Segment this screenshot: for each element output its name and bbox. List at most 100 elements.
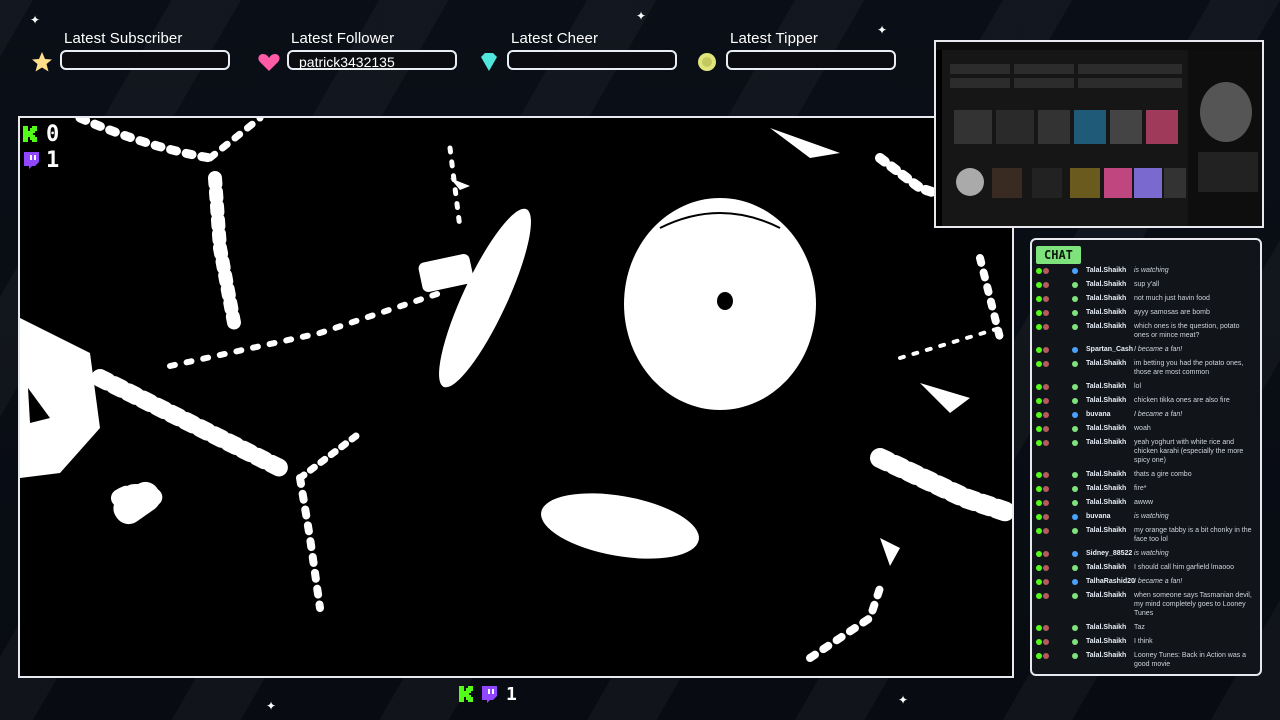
chat-message: Talal.Shaikh Looney Tunes: Back in Action…	[1034, 651, 1258, 672]
chat-username[interactable]: TalhaRashid20	[1086, 577, 1135, 586]
avatar	[1043, 347, 1049, 353]
kick-badge-icon	[1036, 579, 1042, 585]
chat-username[interactable]: Talal.Shaikh	[1086, 651, 1126, 660]
user-badge-icon	[1072, 324, 1078, 330]
user-badge-icon	[1072, 426, 1078, 432]
kick-badge-icon	[1036, 528, 1042, 534]
chat-message: Talal.Shaikh not much just havin food	[1034, 294, 1258, 308]
latest-follower: Latest Follower patrick3432135	[257, 28, 457, 74]
chat-message: Talal.Shaikh im betting you had the potat…	[1034, 359, 1258, 382]
chat-message: Talal.Shaikh fire*	[1034, 484, 1258, 498]
heart-icon	[258, 54, 280, 71]
chat-message-text: not much just havin food	[1134, 295, 1210, 302]
chat-message: Talal.Shaikh is watching	[1034, 266, 1258, 280]
avatar	[1043, 639, 1049, 645]
chat-username[interactable]: Talal.Shaikh	[1086, 526, 1126, 535]
chat-username[interactable]: Talal.Shaikh	[1086, 591, 1126, 600]
chat-username[interactable]: Talal.Shaikh	[1086, 322, 1126, 331]
chat-message-text: my orange tabby is a bit chonky in the f…	[1134, 527, 1252, 543]
chat-message-text: is watching	[1134, 267, 1169, 274]
chat-message-text: ayyy samosas are bomb	[1134, 309, 1210, 316]
latest-tipper: Latest Tipper	[696, 28, 896, 74]
kick-badge-icon	[1036, 565, 1042, 571]
chat-username[interactable]: Talal.Shaikh	[1086, 359, 1126, 368]
game-scene	[20, 118, 1012, 676]
avatar	[1043, 528, 1049, 534]
kick-badge-icon	[1036, 412, 1042, 418]
kick-badge-icon	[1036, 324, 1042, 330]
chat-username[interactable]: Talal.Shaikh	[1086, 438, 1126, 447]
avatar	[1043, 593, 1049, 599]
chat-message: Talal.Shaikh chicken tikka ones are also …	[1034, 396, 1258, 410]
user-badge-icon	[1072, 296, 1078, 302]
chat-username[interactable]: Talal.Shaikh	[1086, 498, 1126, 507]
coin-icon	[698, 53, 716, 71]
chat-message-text: I became a fan!	[1134, 346, 1183, 353]
chat-username[interactable]: Talal.Shaikh	[1086, 424, 1126, 433]
user-badge-icon	[1072, 472, 1078, 478]
kick-badge-icon	[1036, 268, 1042, 274]
user-badge-icon	[1072, 412, 1078, 418]
chat-username[interactable]: Talal.Shaikh	[1086, 382, 1126, 391]
user-badge-icon	[1072, 310, 1078, 316]
sparkle-icon: ✦	[30, 13, 41, 27]
chat-message-text: awww	[1134, 499, 1154, 506]
avatar	[1043, 310, 1049, 316]
avatar	[1043, 472, 1049, 478]
user-badge-icon	[1072, 625, 1078, 631]
user-badge-icon	[1072, 551, 1078, 557]
user-badge-icon	[1072, 639, 1078, 645]
chat-message-text: I think	[1134, 638, 1153, 645]
chat-message: Talal.Shaikh I should call him garfield l…	[1034, 563, 1258, 577]
chat-message-text: I became a fan!	[1134, 411, 1183, 418]
kick-badge-icon	[1036, 398, 1042, 404]
avatar	[1043, 282, 1049, 288]
screen-capture-preview	[934, 40, 1264, 228]
kick-icon	[23, 126, 37, 142]
chat-message-text: yeah yoghurt with white rice and chicken…	[1134, 439, 1244, 464]
chat-username[interactable]: Talal.Shaikh	[1086, 280, 1126, 289]
avatar	[1043, 440, 1049, 446]
chat-message-text: fire*	[1134, 485, 1147, 492]
chat-message-list[interactable]: Talal.Shaikh is watching Talal.Shaikh sup y…	[1034, 266, 1258, 672]
avatar	[1043, 653, 1049, 659]
kick-badge-icon	[1036, 384, 1042, 390]
chat-message-text: is watching	[1134, 550, 1169, 557]
avatar	[1043, 296, 1049, 302]
avatar	[1043, 268, 1049, 274]
user-badge-icon	[1072, 593, 1078, 599]
chat-username[interactable]: Talal.Shaikh	[1086, 396, 1126, 405]
sparkle-icon: ✦	[898, 693, 909, 707]
chat-username[interactable]: buvana	[1086, 512, 1111, 521]
chat-message: Talal.Shaikh woah	[1034, 424, 1258, 438]
chat-message-text: when someone says Tasmanian devil, my mi…	[1134, 592, 1252, 617]
chat-message: TalhaRashid20 I became a fan!	[1034, 577, 1258, 591]
chat-username[interactable]: Talal.Shaikh	[1086, 266, 1126, 275]
chat-username[interactable]: buvana	[1086, 410, 1111, 419]
kick-badge-icon	[1036, 296, 1042, 302]
avatar	[1043, 384, 1049, 390]
chat-username[interactable]: Talal.Shaikh	[1086, 308, 1126, 317]
chat-message: Talal.Shaikh which ones is the question, …	[1034, 322, 1258, 345]
chat-username[interactable]: Talal.Shaikh	[1086, 563, 1126, 572]
avatar	[1043, 500, 1049, 506]
avatar	[1043, 514, 1049, 520]
user-badge-icon	[1072, 384, 1078, 390]
chat-message-text: which ones is the question, potato ones …	[1134, 323, 1240, 339]
chat-username[interactable]: Spartan_Cash	[1086, 345, 1133, 354]
chat-username[interactable]: Talal.Shaikh	[1086, 294, 1126, 303]
user-badge-icon	[1072, 514, 1078, 520]
star-icon	[32, 52, 52, 72]
latest-events-bar: Latest Subscriber Latest Follower patric…	[30, 28, 910, 74]
user-badge-icon	[1072, 528, 1078, 534]
chat-message: Talal.Shaikh lol	[1034, 382, 1258, 396]
user-badge-icon	[1072, 500, 1078, 506]
chat-message-text: im betting you had the potato ones, thos…	[1134, 360, 1244, 376]
chat-username[interactable]: Talal.Shaikh	[1086, 637, 1126, 646]
chat-username[interactable]: Talal.Shaikh	[1086, 484, 1126, 493]
chat-username[interactable]: Talal.Shaikh	[1086, 470, 1126, 479]
chat-username[interactable]: Talal.Shaikh	[1086, 623, 1126, 632]
chat-username[interactable]: Sidney_88522	[1086, 549, 1132, 558]
chat-header: CHAT	[1036, 246, 1081, 264]
chat-message: Sidney_88522 is watching	[1034, 549, 1258, 563]
